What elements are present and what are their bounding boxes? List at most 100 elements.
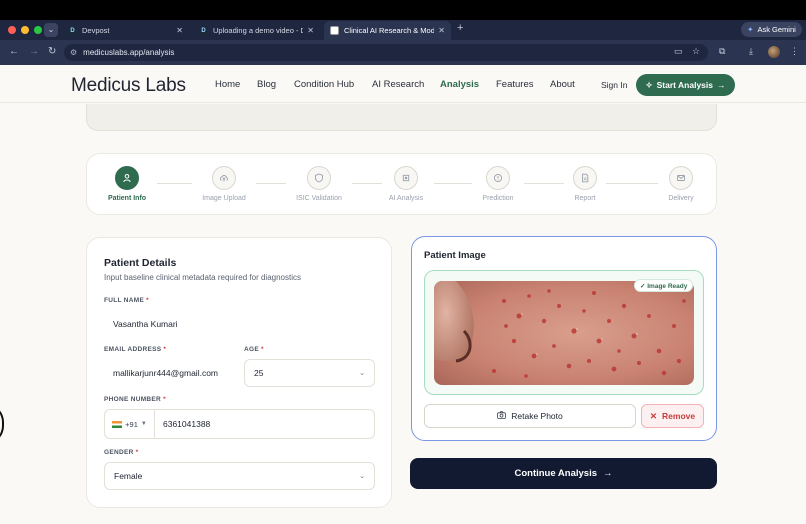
nav-condition-hub[interactable]: Condition Hub bbox=[294, 79, 354, 90]
remove-label: Remove bbox=[662, 411, 696, 421]
arrow-right-icon: → bbox=[717, 80, 726, 90]
step-delivery[interactable]: Delivery bbox=[641, 166, 721, 202]
browser-tab-devpost[interactable]: D Devpost ✕ bbox=[62, 21, 189, 40]
devpost-favicon-icon: D bbox=[199, 26, 208, 35]
arrow-right-icon: → bbox=[603, 468, 613, 479]
document-icon bbox=[573, 166, 597, 190]
bookmark-star-icon[interactable]: ☆ bbox=[692, 46, 700, 57]
step-image-upload[interactable]: Image Upload bbox=[184, 166, 264, 202]
full-name-field[interactable]: Vasantha Kumari bbox=[113, 319, 375, 333]
step-label: ISIC Validation bbox=[296, 195, 342, 202]
step-report[interactable]: Report bbox=[545, 166, 625, 202]
step-label: Prediction bbox=[482, 195, 514, 202]
age-label: AGE * bbox=[244, 346, 264, 353]
step-label: Patient Info bbox=[107, 195, 147, 202]
sparkle-icon: ✧ bbox=[645, 79, 653, 90]
shield-icon bbox=[307, 166, 331, 190]
nav-features[interactable]: Features bbox=[496, 79, 534, 90]
previous-section-card bbox=[86, 104, 717, 131]
ask-gemini-button[interactable]: ✦ Ask Gemini bbox=[741, 22, 802, 37]
medicus-favicon-icon bbox=[330, 26, 339, 35]
start-analysis-label: Start Analysis bbox=[656, 80, 713, 90]
age-select[interactable]: 25 ⌄ bbox=[244, 359, 375, 387]
chevron-down-icon: ⌄ bbox=[359, 370, 365, 377]
country-code-select[interactable]: +91 ▼ bbox=[105, 410, 155, 438]
chip-icon bbox=[394, 166, 418, 190]
caret-down-icon: ▼ bbox=[140, 421, 147, 427]
step-prediction[interactable]: Prediction bbox=[458, 166, 538, 202]
browser-tab-clinical-ai[interactable]: Clinical AI Research & Model ✕ bbox=[324, 21, 451, 40]
url-text: medicuslabs.app/analysis bbox=[83, 48, 175, 57]
continue-analysis-button[interactable]: Continue Analysis → bbox=[410, 458, 717, 489]
nav-blog[interactable]: Blog bbox=[257, 79, 276, 90]
maximize-window-dot[interactable] bbox=[34, 26, 42, 34]
minimize-window-dot[interactable] bbox=[21, 26, 29, 34]
skin-lesion-photo bbox=[434, 281, 694, 385]
step-label: Delivery bbox=[668, 195, 694, 202]
phone-field[interactable]: 6361041388 bbox=[163, 419, 210, 429]
upload-cloud-icon bbox=[212, 166, 236, 190]
patient-image-title: Patient Image bbox=[424, 250, 486, 261]
camera-icon bbox=[497, 411, 507, 421]
forward-arrow-icon[interactable]: → bbox=[29, 46, 39, 57]
step-label: AI Analysis bbox=[388, 195, 424, 202]
close-tab-icon[interactable]: ✕ bbox=[307, 26, 314, 35]
tab-search-chevron-icon[interactable]: ⌄ bbox=[44, 23, 58, 37]
gender-label: GENDER * bbox=[104, 449, 139, 456]
step-patient-info[interactable]: Patient Info bbox=[87, 166, 167, 202]
email-label: EMAIL ADDRESS * bbox=[104, 346, 167, 353]
nav-about[interactable]: About bbox=[550, 79, 575, 90]
kebab-menu-icon[interactable]: ⋮ bbox=[790, 46, 799, 57]
close-tab-icon[interactable]: ✕ bbox=[176, 26, 183, 35]
devpost-favicon-icon: D bbox=[68, 26, 77, 35]
back-arrow-icon[interactable]: ← bbox=[9, 46, 19, 57]
user-icon bbox=[115, 166, 139, 190]
close-icon: ✕ bbox=[649, 410, 658, 421]
remove-image-button[interactable]: ✕ Remove bbox=[641, 404, 704, 428]
screen-top-bar bbox=[0, 0, 806, 20]
gender-select[interactable]: Female ⌄ bbox=[104, 462, 375, 490]
start-analysis-button[interactable]: ✧ Start Analysis → bbox=[636, 74, 735, 96]
cast-icon[interactable]: ▭ bbox=[674, 46, 683, 57]
retake-photo-button[interactable]: Retake Photo bbox=[424, 404, 636, 428]
retake-photo-label: Retake Photo bbox=[511, 411, 563, 421]
nav-analysis[interactable]: Analysis bbox=[440, 79, 479, 90]
image-ready-badge: ✓ Image Ready bbox=[634, 279, 694, 292]
site-logo[interactable]: Medicus Labs bbox=[71, 75, 186, 97]
nav-home[interactable]: Home bbox=[215, 79, 240, 90]
download-icon[interactable]: ⤓ bbox=[749, 46, 753, 57]
gemini-sparkle-icon: ✦ bbox=[747, 25, 754, 34]
browser-tab-uploading[interactable]: D Uploading a demo video - Dev ✕ bbox=[193, 21, 320, 40]
email-field[interactable]: mallikarjunr444@gmail.com bbox=[113, 368, 238, 382]
step-isic-validation[interactable]: ISIC Validation bbox=[279, 166, 359, 202]
close-window-dot[interactable] bbox=[8, 26, 16, 34]
mail-icon bbox=[669, 166, 693, 190]
step-label: Report bbox=[574, 195, 596, 202]
phone-input-group: +91 ▼ 6361041388 bbox=[104, 409, 375, 439]
url-bar[interactable]: ⚙ medicuslabs.app/analysis bbox=[64, 44, 708, 61]
gemini-label: Ask Gemini bbox=[757, 25, 796, 34]
site-info-icon[interactable]: ⚙ bbox=[70, 48, 77, 57]
country-code-value: +91 bbox=[125, 419, 138, 429]
age-value: 25 bbox=[254, 368, 264, 378]
patient-details-title: Patient Details bbox=[104, 257, 177, 269]
sign-in-link[interactable]: Sign In bbox=[601, 80, 627, 90]
full-name-label: FULL NAME * bbox=[104, 297, 149, 304]
extensions-icon[interactable]: ⧉ bbox=[719, 46, 725, 57]
nav-ai-research[interactable]: AI Research bbox=[372, 79, 424, 90]
tab-title: Devpost bbox=[82, 26, 110, 35]
profile-avatar[interactable] bbox=[768, 46, 780, 58]
chevron-down-icon: ⌄ bbox=[359, 473, 365, 480]
gender-value: Female bbox=[114, 471, 143, 481]
target-icon bbox=[486, 166, 510, 190]
partial-edge-graphic bbox=[0, 404, 4, 444]
india-flag-icon bbox=[112, 420, 123, 428]
patient-details-subtitle: Input baseline clinical metadata require… bbox=[104, 273, 302, 282]
phone-label: PHONE NUMBER * bbox=[104, 396, 166, 403]
tab-title: Uploading a demo video - Dev bbox=[213, 26, 304, 35]
reload-icon[interactable]: ↻ bbox=[48, 46, 56, 57]
close-tab-icon[interactable]: ✕ bbox=[438, 26, 445, 35]
step-ai-analysis[interactable]: AI Analysis bbox=[366, 166, 446, 202]
new-tab-plus-icon[interactable]: + bbox=[457, 22, 463, 34]
continue-analysis-label: Continue Analysis bbox=[514, 468, 598, 479]
